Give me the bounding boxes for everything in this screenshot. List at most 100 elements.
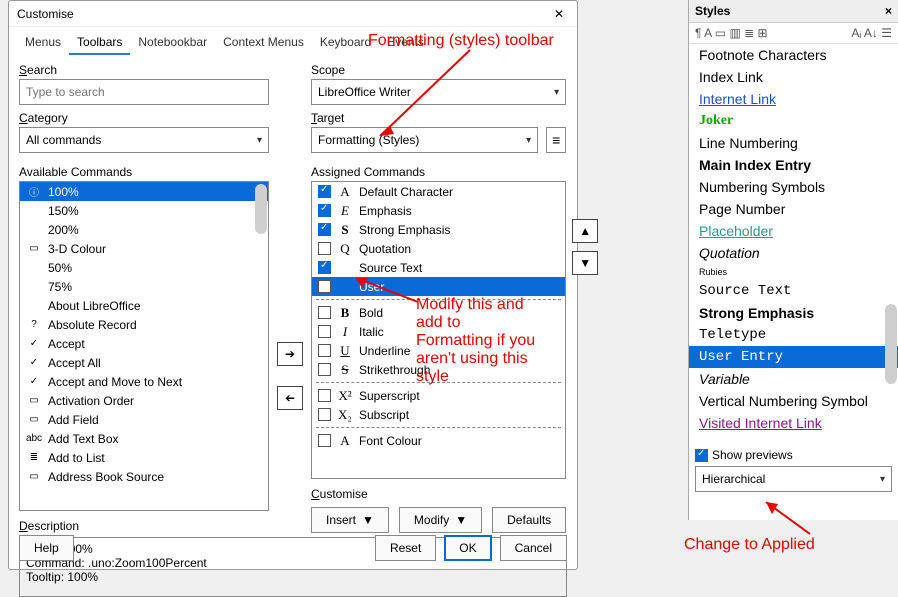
list-item[interactable]: ✓Accept — [20, 334, 268, 353]
chevron-down-icon: ▾ — [554, 87, 559, 98]
show-previews-checkbox[interactable] — [695, 449, 708, 462]
visibility-checkbox[interactable] — [318, 242, 331, 255]
assigned-label: Source Text — [359, 261, 422, 275]
list-item[interactable]: 200% — [20, 220, 268, 239]
target-combo[interactable]: Formatting (Styles)▾ — [311, 127, 538, 153]
move-down-button[interactable]: ▼ — [572, 251, 598, 275]
list-item[interactable]: SStrong Emphasis — [312, 220, 565, 239]
style-item[interactable]: Page Number — [689, 198, 898, 220]
list-item[interactable]: ⓘ100% — [20, 182, 268, 201]
modify-button[interactable]: Modify▼ — [399, 507, 482, 533]
list-item[interactable]: AFont Colour — [312, 431, 565, 450]
styles-filter-combo[interactable]: Hierarchical▾ — [695, 466, 892, 492]
visibility-checkbox[interactable] — [318, 344, 331, 357]
tab-toolbars[interactable]: Toolbars — [69, 31, 130, 55]
list-item[interactable]: 150% — [20, 201, 268, 220]
style-item[interactable]: Source Text — [689, 280, 898, 302]
style-item[interactable]: Vertical Numbering Symbol — [689, 390, 898, 412]
visibility-checkbox[interactable] — [318, 389, 331, 402]
command-icon: ? — [26, 317, 42, 333]
list-item[interactable]: ≣Add to List — [20, 448, 268, 467]
style-item[interactable]: Strong Emphasis — [689, 302, 898, 324]
target-value: Formatting (Styles) — [318, 133, 419, 147]
scrollbar-thumb[interactable] — [255, 184, 267, 234]
list-item[interactable]: ✓Accept All — [20, 353, 268, 372]
list-item[interactable]: 75% — [20, 277, 268, 296]
visibility-checkbox[interactable] — [318, 325, 331, 338]
dialog-titlebar: Customise ✕ — [9, 1, 577, 27]
list-item[interactable]: abcAdd Text Box — [20, 429, 268, 448]
visibility-checkbox[interactable] — [318, 280, 331, 293]
list-item[interactable]: ✓Accept and Move to Next — [20, 372, 268, 391]
list-item[interactable]: 50% — [20, 258, 268, 277]
description-line: Tooltip: 100% — [26, 570, 560, 584]
style-item[interactable]: User Entry — [689, 346, 898, 368]
visibility-checkbox[interactable] — [318, 261, 331, 274]
list-item[interactable]: ▭Add Field — [20, 410, 268, 429]
cancel-button[interactable]: Cancel — [500, 535, 567, 561]
insert-button[interactable]: Insert▼ — [311, 507, 389, 533]
styles-title: Styles — [695, 4, 730, 18]
styles-list[interactable]: Footnote CharactersIndex LinkInternet Li… — [689, 44, 898, 444]
command-icon — [26, 298, 42, 314]
list-item[interactable]: QQuotation — [312, 239, 565, 258]
list-item[interactable]: About LibreOffice — [20, 296, 268, 315]
list-item[interactable]: EEmphasis — [312, 201, 565, 220]
list-item[interactable]: X²Superscript — [312, 386, 565, 405]
visibility-checkbox[interactable] — [318, 306, 331, 319]
style-action-icons[interactable]: Aᵢ A↓ ☰ — [851, 26, 892, 40]
visibility-checkbox[interactable] — [318, 434, 331, 447]
search-input[interactable] — [19, 79, 269, 105]
style-item[interactable]: Variable — [689, 368, 898, 390]
available-commands-list[interactable]: ⓘ100%150%200%▭3-D Colour50%75%About Libr… — [19, 181, 269, 511]
visibility-checkbox[interactable] — [318, 204, 331, 217]
list-item[interactable]: ▭Address Book Source — [20, 467, 268, 486]
style-item[interactable]: Main Index Entry — [689, 154, 898, 176]
style-filter-icons[interactable]: ¶ A ▭ ▥ ≣ ⊞ — [695, 26, 768, 40]
tab-menus[interactable]: Menus — [17, 31, 69, 55]
move-up-button[interactable]: ▲ — [572, 219, 598, 243]
command-icon — [26, 222, 42, 238]
remove-arrow-button[interactable]: ➔ — [277, 386, 303, 410]
visibility-checkbox[interactable] — [318, 185, 331, 198]
scope-combo[interactable]: LibreOffice Writer▾ — [311, 79, 566, 105]
list-item[interactable]: ?Absolute Record — [20, 315, 268, 334]
close-icon[interactable]: ✕ — [549, 7, 569, 21]
ok-button[interactable]: OK — [444, 535, 491, 561]
list-item[interactable]: Source Text — [312, 258, 565, 277]
tab-notebookbar[interactable]: Notebookbar — [130, 31, 215, 55]
assigned-label: Italic — [359, 325, 384, 339]
tab-context-menus[interactable]: Context Menus — [215, 31, 312, 55]
style-item[interactable]: Numbering Symbols — [689, 176, 898, 198]
list-item[interactable]: User — [312, 277, 565, 296]
defaults-button[interactable]: Defaults — [492, 507, 566, 533]
visibility-checkbox[interactable] — [318, 408, 331, 421]
style-item[interactable]: Placeholder — [689, 220, 898, 242]
visibility-checkbox[interactable] — [318, 363, 331, 376]
command-label: Accept All — [48, 356, 101, 370]
list-item[interactable]: ▭Activation Order — [20, 391, 268, 410]
command-icon: ▭ — [26, 393, 42, 409]
style-item[interactable]: Line Numbering — [689, 132, 898, 154]
help-button[interactable]: Help — [19, 535, 74, 561]
style-item[interactable]: Quotation — [689, 242, 898, 264]
category-combo[interactable]: All commands▾ — [19, 127, 269, 153]
style-item[interactable]: Footnote Characters — [689, 44, 898, 66]
list-item[interactable]: X₂Subscript — [312, 405, 565, 424]
style-item[interactable]: Internet Link — [689, 88, 898, 110]
style-item[interactable]: Index Link — [689, 66, 898, 88]
scrollbar-thumb[interactable] — [885, 304, 897, 384]
customise-dialog: Customise ✕ MenusToolbarsNotebookbarCont… — [8, 0, 578, 570]
target-menu-button[interactable]: ≡ — [546, 127, 566, 153]
style-item[interactable]: Visited Internet Link — [689, 412, 898, 434]
visibility-checkbox[interactable] — [318, 223, 331, 236]
style-item[interactable]: Teletype — [689, 324, 898, 346]
panel-close-icon[interactable]: × — [885, 4, 892, 18]
style-item[interactable]: Joker — [689, 110, 898, 132]
list-item[interactable]: ▭3-D Colour — [20, 239, 268, 258]
reset-button[interactable]: Reset — [375, 535, 436, 561]
style-item[interactable]: Rubies — [689, 264, 898, 280]
add-arrow-button[interactable]: ➔ — [277, 342, 303, 366]
list-item[interactable]: ADefault Character — [312, 182, 565, 201]
command-icon: ▭ — [26, 412, 42, 428]
